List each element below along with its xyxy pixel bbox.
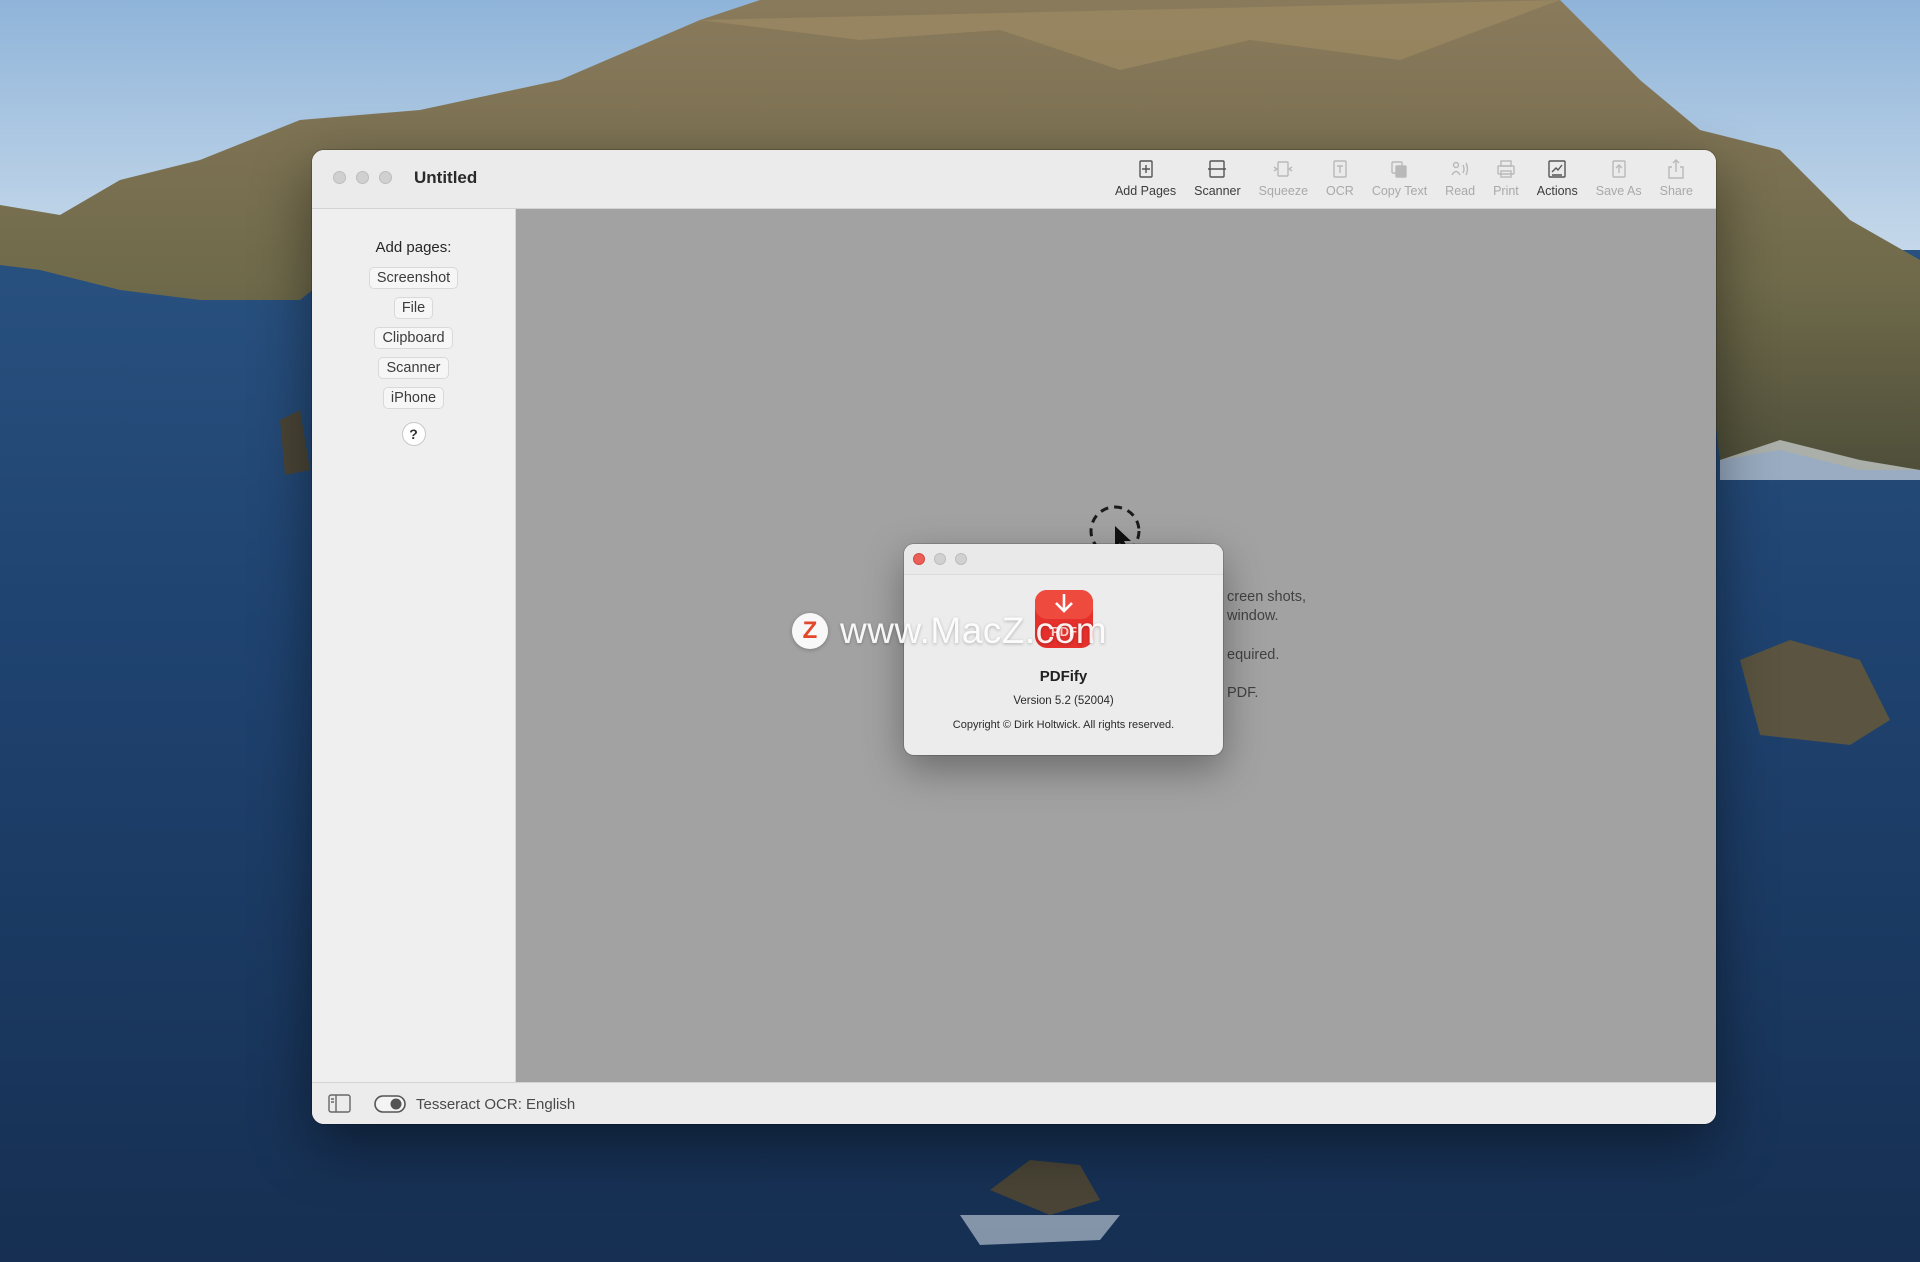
toolbar-scanner-button[interactable]: Scanner xyxy=(1185,158,1250,198)
scanner-icon xyxy=(1208,160,1227,178)
add-pages-icon xyxy=(1138,160,1153,178)
ocr-icon xyxy=(1333,160,1347,178)
minimize-button[interactable] xyxy=(356,171,369,184)
toolbar-ocr-button[interactable]: OCR xyxy=(1317,158,1363,198)
watermark-logo-icon: Z xyxy=(792,613,828,649)
toolbar-actions-button[interactable]: Actions xyxy=(1528,158,1587,198)
save-as-icon xyxy=(1612,160,1626,178)
toolbar-label: Squeeze xyxy=(1258,184,1309,198)
about-window-controls xyxy=(913,553,967,565)
ocr-toggle-switch[interactable] xyxy=(374,1095,406,1113)
about-title-bar xyxy=(904,544,1223,575)
copy-text-icon xyxy=(1391,161,1408,178)
watermark: Z www.MacZ.com xyxy=(792,610,1107,652)
about-zoom-button xyxy=(955,553,967,565)
app-version: Version 5.2 (52004) xyxy=(1013,695,1114,707)
toolbar-copy-text-button[interactable]: Copy Text xyxy=(1363,158,1436,198)
share-icon xyxy=(1668,159,1685,179)
toolbar-label: Actions xyxy=(1536,184,1578,198)
hint-text: equired. xyxy=(1227,647,1280,663)
title-bar: Untitled Add Pages Scanner Squeeze OCR C… xyxy=(312,150,1716,209)
add-iphone-button[interactable]: iPhone xyxy=(382,387,445,409)
toolbar-label: Save As xyxy=(1595,184,1642,198)
toolbar-print-button[interactable]: Print xyxy=(1484,158,1528,198)
actions-icon xyxy=(1548,160,1566,178)
window-controls xyxy=(333,171,392,184)
read-aloud-icon xyxy=(1451,161,1469,176)
app-name: PDFify xyxy=(1039,668,1088,685)
toolbar-label: Share xyxy=(1659,184,1693,198)
sidebar-heading: Add pages: xyxy=(375,239,452,256)
toolbar-add-pages-button[interactable]: Add Pages xyxy=(1106,158,1185,198)
toolbar-label: Read xyxy=(1445,184,1476,198)
status-bar: Tesseract OCR: English xyxy=(312,1082,1716,1124)
close-button[interactable] xyxy=(333,171,346,184)
ocr-status-label: Tesseract OCR: English xyxy=(416,1096,576,1113)
toolbar-label: OCR xyxy=(1326,184,1354,198)
sidebar-toggle-icon[interactable] xyxy=(328,1094,351,1113)
about-close-button[interactable] xyxy=(913,553,925,565)
app-copyright: Copyright © Dirk Holtwick. All rights re… xyxy=(952,719,1175,731)
toolbar: Add Pages Scanner Squeeze OCR Copy Text … xyxy=(1106,158,1702,198)
window-title: Untitled xyxy=(414,168,478,187)
add-scanner-button[interactable]: Scanner xyxy=(378,357,449,379)
sidebar: Add pages: Screenshot File Clipboard Sca… xyxy=(312,209,516,1082)
printer-icon xyxy=(1497,160,1515,178)
watermark-text: www.MacZ.com xyxy=(840,610,1108,651)
hint-text: creen shots, xyxy=(1227,589,1306,605)
squeeze-icon xyxy=(1273,161,1293,177)
toolbar-label: Copy Text xyxy=(1371,184,1428,198)
toolbar-squeeze-button[interactable]: Squeeze xyxy=(1250,158,1317,198)
toolbar-label: Add Pages xyxy=(1114,184,1177,198)
toolbar-share-button[interactable]: Share xyxy=(1651,158,1702,198)
help-button[interactable]: ? xyxy=(401,422,426,446)
toolbar-label: Scanner xyxy=(1194,184,1241,198)
about-minimize-button xyxy=(934,553,946,565)
toolbar-read-button[interactable]: Read xyxy=(1436,158,1484,198)
toolbar-save-as-button[interactable]: Save As xyxy=(1587,158,1651,198)
zoom-button[interactable] xyxy=(379,171,392,184)
hint-text: window. xyxy=(1227,608,1279,624)
add-screenshot-button[interactable]: Screenshot xyxy=(368,267,459,289)
toolbar-label: Print xyxy=(1493,184,1519,198)
hint-text: PDF. xyxy=(1227,685,1259,701)
add-clipboard-button[interactable]: Clipboard xyxy=(374,327,453,349)
add-file-button[interactable]: File xyxy=(393,297,434,319)
